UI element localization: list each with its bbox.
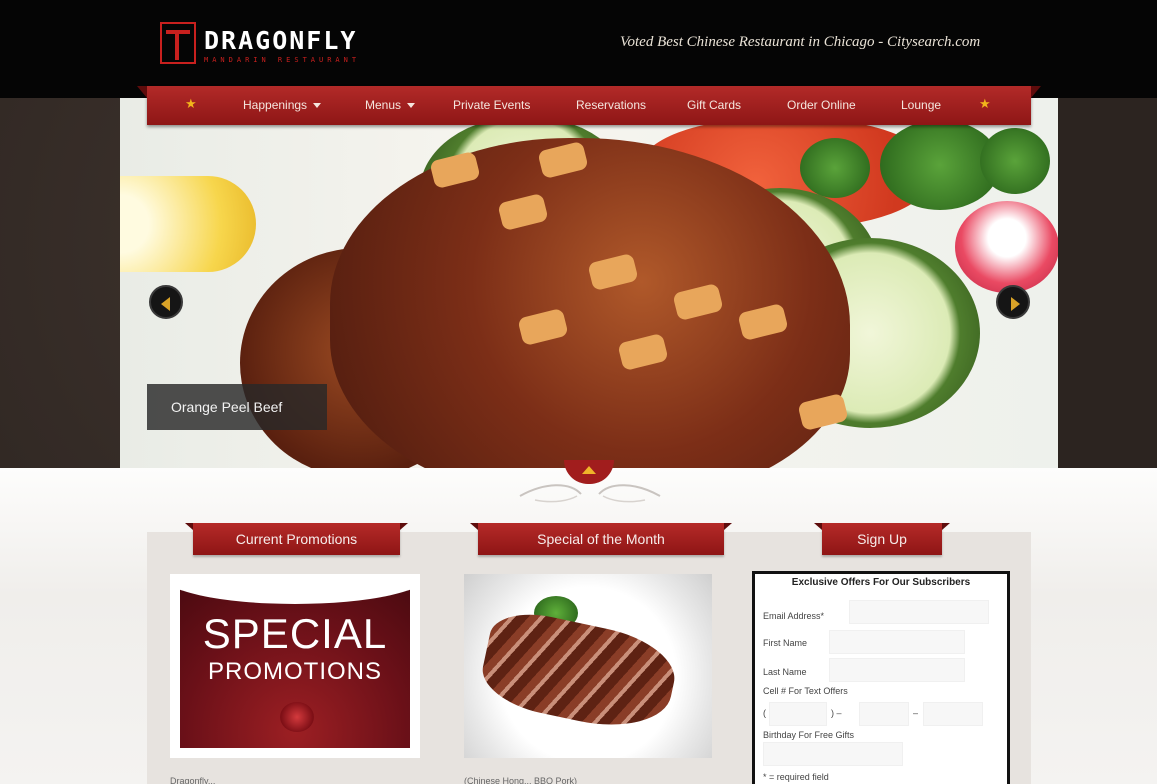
special-teaser: (Chinese Hong... BBQ Pork) <box>464 776 578 784</box>
slider-prev-arrow-icon[interactable] <box>149 285 183 319</box>
logo-name: DRAGONFLY <box>204 26 358 55</box>
promotions-image[interactable]: SPECIAL PROMOTIONS <box>170 574 420 758</box>
phone-open-paren: ( <box>763 708 766 718</box>
phone-line-field[interactable] <box>923 702 983 726</box>
phone-prefix-field[interactable] <box>859 702 909 726</box>
nav-item-happenings[interactable]: Happenings <box>243 86 322 125</box>
dragonfly-logo[interactable]: DRAGONFLY MANDARIN RESTAURANT <box>160 22 420 68</box>
nav-item-label: Reservations <box>576 98 647 112</box>
header-tagline: Voted Best Chinese Restaurant in Chicago… <box>620 34 981 50</box>
nav-item-label: Private Events <box>453 98 531 112</box>
logo-subtext: MANDARIN RESTAURANT <box>204 56 361 64</box>
nav-item-label: Happenings <box>243 98 308 112</box>
birthday-field[interactable] <box>763 742 903 766</box>
nav-item-lounge[interactable]: Lounge <box>901 86 941 125</box>
nav-edge-left <box>137 86 147 98</box>
promo-curve <box>180 584 410 604</box>
bbq-pork-image <box>476 605 682 739</box>
nav-edge-right <box>1031 86 1041 98</box>
rose-icon <box>280 702 314 732</box>
nav-item-label: Lounge <box>901 98 942 112</box>
nav-item-menus[interactable]: Menus <box>365 86 416 125</box>
email-label: Email Address* <box>763 611 825 621</box>
radish-image <box>955 201 1058 293</box>
site-header: DRAGONFLY MANDARIN RESTAURANT Voted Best… <box>0 0 1157 98</box>
signup-heading: Sign Up <box>814 523 950 555</box>
signup-form-title: Exclusive Offers For Our Subscribers <box>791 577 971 588</box>
main-nav: ★ Happenings Menus Private Events Reserv… <box>137 86 1041 125</box>
required-note: * = required field <box>763 772 829 782</box>
nav-item-private-events[interactable]: Private Events <box>453 86 530 125</box>
logo-gate-icon <box>160 22 196 64</box>
special-heading: Special of the Month <box>470 523 732 555</box>
star-icon: ★ <box>185 96 197 111</box>
promotions-heading: Current Promotions <box>185 523 408 555</box>
phone-dash: – <box>913 708 919 718</box>
phone-close-paren: ) – <box>831 708 842 718</box>
nav-item-gift-cards[interactable]: Gift Cards <box>687 86 741 125</box>
promo-title: SPECIAL <box>202 610 388 657</box>
promo-subtitle: PROMOTIONS <box>207 658 382 685</box>
phone-area-code-field[interactable] <box>769 702 827 726</box>
nav-item-label: Gift Cards <box>687 98 742 112</box>
promotions-teaser: Dragonfly... <box>170 776 216 784</box>
chevron-down-icon <box>313 103 322 109</box>
signup-form: Exclusive Offers For Our Subscribers Ema… <box>752 571 1010 784</box>
last-name-field[interactable] <box>829 658 965 682</box>
special-dish-image[interactable] <box>464 574 712 758</box>
slide-caption: Orange Peel Beef <box>147 384 327 430</box>
parsley-image <box>980 128 1050 194</box>
first-name-label: First Name <box>763 638 808 648</box>
parsley-image <box>800 138 870 198</box>
nav-item-label: Order Online <box>787 98 856 112</box>
last-name-label: Last Name <box>763 667 807 677</box>
nav-item-reservations[interactable]: Reservations <box>576 86 646 125</box>
lemon-slice-image <box>120 176 256 272</box>
nav-item-label: Menus <box>365 98 402 112</box>
email-field[interactable] <box>849 600 989 624</box>
birthday-label: Birthday For Free Gifts <box>763 730 855 740</box>
ornament-swirl-icon <box>519 484 661 503</box>
slider-next-arrow-icon[interactable] <box>996 285 1030 319</box>
star-icon: ★ <box>979 96 991 111</box>
promotions-banner: SPECIAL PROMOTIONS <box>180 584 410 748</box>
chevron-down-icon <box>407 103 416 109</box>
cell-label: Cell # For Text Offers <box>763 686 848 696</box>
nav-item-order-online[interactable]: Order Online <box>787 86 856 125</box>
first-name-field[interactable] <box>829 630 965 654</box>
